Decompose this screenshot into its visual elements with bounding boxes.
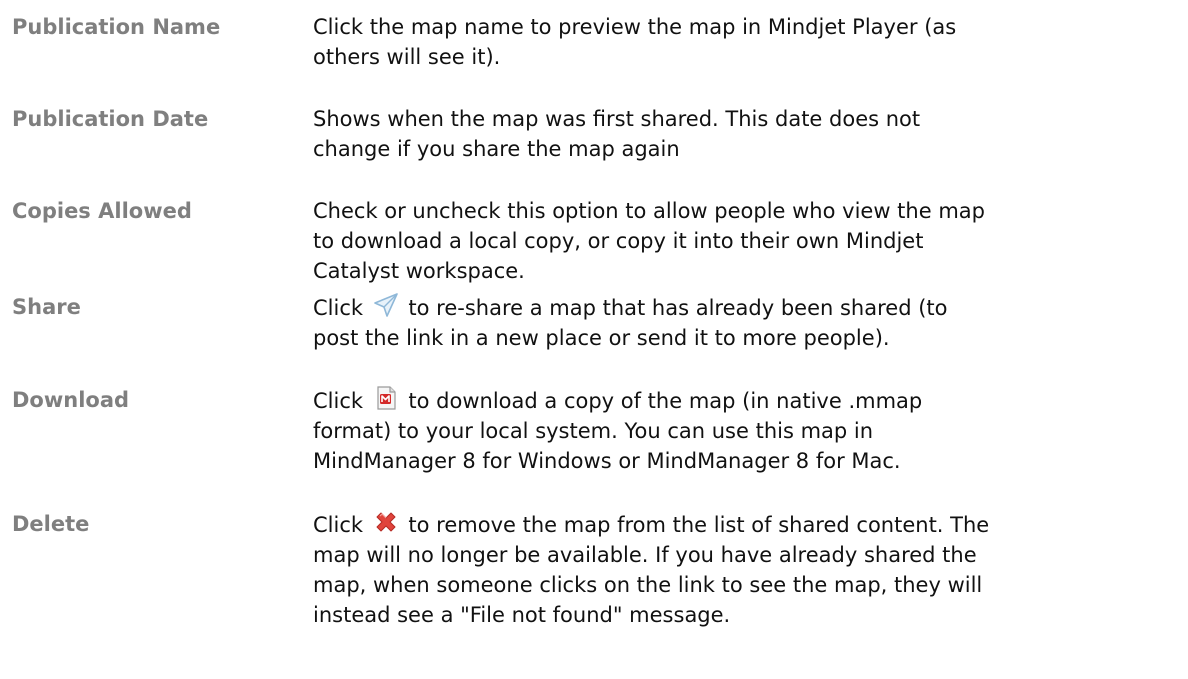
description-line: Catalyst workspace.	[313, 259, 525, 283]
description-line: change if you share the map again	[313, 137, 680, 161]
click-text: Click	[313, 389, 364, 413]
description-line: MindManager 8 for Windows or MindManager…	[313, 449, 901, 473]
description-line: Click to download a copy of the map (in …	[313, 385, 922, 416]
term-publication-date: Publication Date	[12, 107, 209, 131]
description-line: post the link in a new place or send it …	[313, 326, 890, 350]
paper-plane-share-icon	[373, 292, 399, 318]
click-text: Click	[313, 513, 364, 537]
description-line: Shows when the map was first shared. Thi…	[313, 107, 921, 131]
term-download: Download	[12, 388, 130, 412]
red-x-delete-icon	[373, 509, 399, 535]
description-download: Click to download a copy of the map (in …	[313, 385, 922, 476]
mmap-file-download-icon	[373, 385, 399, 411]
description-line: map will no longer be available. If you …	[313, 543, 977, 567]
description-line: to download a local copy, or copy it int…	[313, 229, 924, 253]
description-line: format) to your local system. You can us…	[313, 419, 874, 443]
description-publication-date: Shows when the map was first shared. Thi…	[313, 104, 921, 164]
term-delete: Delete	[12, 512, 90, 536]
description-line: Click to re-share a map that has already…	[313, 292, 947, 323]
description-line: Check or uncheck this option to allow pe…	[313, 199, 985, 223]
description-share: Click to re-share a map that has already…	[313, 292, 947, 353]
description-line: instead see a "File not found" message.	[313, 603, 731, 627]
term-publication-name: Publication Name	[12, 15, 221, 39]
description-text: to re-share a map that has already been …	[408, 296, 948, 320]
description-delete: Click to remove the map from the list of…	[313, 509, 989, 630]
definition-list: Publication Name Click the map name to p…	[0, 0, 1188, 679]
description-text: to remove the map from the list of share…	[408, 513, 990, 537]
description-line: map, when someone clicks on the link to …	[313, 573, 983, 597]
description-line: others will see it).	[313, 45, 501, 69]
term-share: Share	[12, 295, 81, 319]
description-line: Click to remove the map from the list of…	[313, 509, 989, 540]
term-copies-allowed: Copies Allowed	[12, 199, 192, 223]
description-line: Click the map name to preview the map in…	[313, 15, 957, 39]
description-copies-allowed: Check or uncheck this option to allow pe…	[313, 196, 985, 286]
description-text: to download a copy of the map (in native…	[408, 389, 923, 413]
description-publication-name: Click the map name to preview the map in…	[313, 12, 957, 72]
click-text: Click	[313, 296, 364, 320]
